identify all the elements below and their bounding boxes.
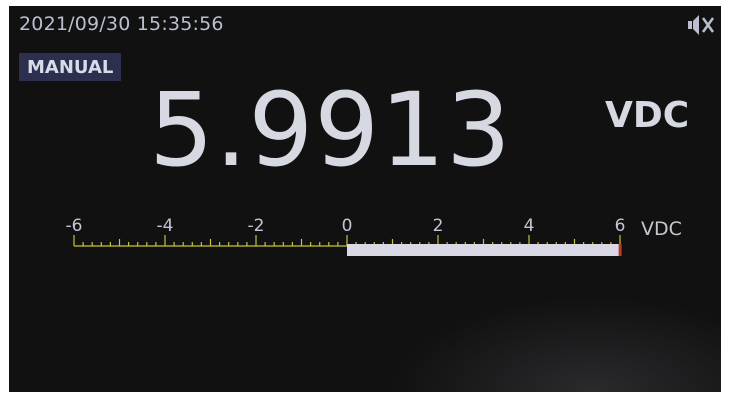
main-reading: 5.9913 [149, 71, 512, 190]
analog-bargraph: -6 -4 -2 0 2 4 6 [66, 216, 626, 256]
bargraph-tick-label: 6 [615, 216, 626, 236]
bargraph-tick-label: -2 [248, 216, 265, 236]
bargraph-tick-labels: -6 -4 -2 0 2 4 6 [66, 216, 626, 236]
screen-glare [389, 296, 721, 392]
reading-unit: VDC [605, 95, 690, 136]
datetime-readout: 2021/09/30 15:35:56 [19, 13, 224, 35]
mode-badge[interactable]: MANUAL [19, 53, 122, 81]
bargraph-end-marker [618, 244, 622, 256]
meter-display: 2021/09/30 15:35:56 MANUAL 5.9913 VDC -6… [9, 6, 721, 392]
bargraph-fill [347, 244, 620, 256]
bargraph-tick-label: 4 [524, 216, 535, 236]
bargraph-tick-label: 2 [433, 216, 444, 236]
speaker-muted-icon[interactable] [687, 13, 715, 37]
bargraph-unit: VDC [641, 218, 682, 240]
bargraph-tick-label: -6 [66, 216, 83, 236]
bargraph-tick-label: 0 [342, 216, 353, 236]
bargraph-tick-label: -4 [157, 216, 174, 236]
